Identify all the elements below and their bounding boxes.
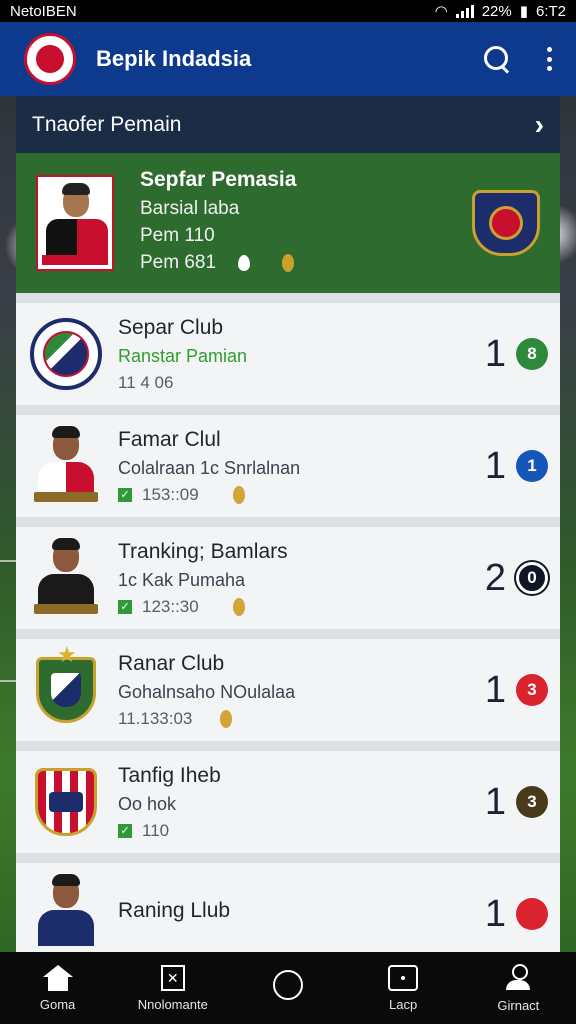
section-header[interactable]: Tnaofer Pemain ›	[16, 96, 560, 153]
featured-line-3: Pem 681	[140, 252, 472, 274]
nav-tactics[interactable]: ✕ Nnolomante	[123, 964, 223, 1012]
nav-profile[interactable]: Girnact	[468, 963, 568, 1013]
checkbox-icon[interactable]: ✓	[118, 599, 132, 614]
club-crest-icon	[28, 316, 104, 392]
list-item-name: Tranking; Bamlars	[118, 539, 288, 563]
list-item[interactable]: Raning Llub 1	[16, 863, 560, 952]
rank-number: 1	[484, 444, 506, 487]
battery-icon: ▮	[519, 3, 528, 20]
player-avatar	[28, 874, 104, 952]
list-item-meta: 11.133:03	[118, 708, 193, 728]
list-item[interactable]: Separ Club Ranstar Pamian 11 4 06 1 8	[16, 303, 560, 415]
list-item-name: Raning Llub	[118, 899, 231, 922]
list-item[interactable]: Famar Clul Colalraan 1c Snrlalnan ✓ 153:…	[16, 415, 560, 527]
status-indicators: ◠ 22% ▮ 6:T2	[434, 2, 566, 21]
signal-icon	[455, 4, 474, 18]
rank-number: 1	[484, 668, 506, 711]
featured-player-card[interactable]: Sepfar Pemasia Barsial laba Pem 110 Pem …	[16, 153, 560, 293]
user-icon	[504, 963, 532, 992]
featured-player-name: Sepfar Pemasia	[140, 167, 297, 191]
player-avatar	[28, 426, 104, 504]
app-bar: Bepik Indadsia	[0, 22, 576, 96]
nav-home[interactable]: Goma	[8, 964, 108, 1012]
bottom-navigation: Goma ✕ Nnolomante Lacp Girnact	[0, 952, 576, 1024]
status-badge: 3	[516, 674, 548, 706]
tactics-icon: ✕	[160, 964, 185, 991]
list-item-meta: 153::09	[142, 484, 199, 504]
rank-number: 1	[484, 780, 506, 823]
drop-icon	[238, 254, 251, 271]
list-item-meta: 110	[142, 820, 170, 840]
list-item[interactable]: Tanfig Iheb Oo hok ✓ 110 1 3	[16, 751, 560, 863]
list-item-meta: 123::30	[142, 596, 199, 616]
club-crest-icon	[28, 764, 104, 840]
search-icon[interactable]	[482, 44, 512, 74]
checkbox-icon[interactable]: ✓	[118, 823, 132, 838]
status-badge: 3	[516, 786, 548, 818]
rugby-ball-icon	[232, 597, 245, 616]
chevron-right-icon[interactable]: ›	[535, 109, 544, 141]
player-avatar	[28, 538, 104, 616]
list-item[interactable]: ★ Ranar Club Gohalnsaho NOulalaa 11.133:…	[16, 639, 560, 751]
status-badge: 1	[516, 450, 548, 482]
rank-number: 1	[484, 892, 506, 935]
rank-number: 1	[484, 332, 506, 375]
status-bar: NetoIBEN ◠ 22% ▮ 6:T2	[0, 0, 576, 22]
list-item-name: Tanfig Iheb	[118, 763, 221, 787]
circle-icon	[272, 970, 303, 1000]
checkbox-icon[interactable]: ✓	[118, 487, 132, 502]
list-item-sub: Gohalnsaho NOulalaa	[118, 681, 296, 702]
nav-label: Girnact	[497, 997, 540, 1013]
app-icon	[388, 964, 419, 991]
list-item-sub: Colalraan 1c Snrlalnan	[118, 457, 301, 478]
player-photo	[36, 175, 114, 271]
list-item-name: Ranar Club	[118, 651, 225, 675]
featured-line-3-text: Pem 681	[140, 251, 217, 273]
rugby-ball-icon	[220, 709, 233, 728]
featured-line-2: Pem 110	[140, 224, 215, 246]
status-badge	[516, 898, 548, 930]
nav-label: Lacp	[389, 996, 418, 1012]
app-logo[interactable]	[24, 33, 76, 85]
club-crest-icon	[472, 190, 540, 256]
rugby-ball-icon	[232, 485, 245, 504]
clock: 6:T2	[535, 2, 566, 20]
featured-line-1: Barsial laba	[140, 197, 240, 219]
list-item-sub: Oo hok	[118, 793, 177, 814]
app-title: Bepik Indadsia	[96, 46, 252, 71]
nav-label: Goma	[39, 996, 76, 1012]
transfer-panel: Tnaofer Pemain › Sepfar Pemasia Barsial …	[16, 96, 560, 952]
club-crest-icon: ★	[28, 642, 104, 728]
list-item-sub: 1c Kak Pumaha	[118, 569, 246, 590]
list-item-sub: Ranstar Pamian	[118, 345, 248, 366]
divider	[16, 293, 560, 303]
list-item-name: Separ Club	[118, 315, 224, 339]
rank-number: 2	[484, 556, 506, 599]
status-badge: 8	[516, 338, 548, 370]
home-icon	[42, 964, 73, 991]
list-item-name: Famar Clul	[118, 427, 221, 451]
section-title: Tnaofer Pemain	[32, 112, 182, 136]
nav-center[interactable]	[238, 970, 338, 1006]
rugby-ball-icon	[282, 253, 295, 272]
carrier-label: NetoIBEN	[10, 2, 77, 20]
more-vert-icon[interactable]	[546, 47, 552, 71]
list-item-meta: 11 4 06	[118, 372, 174, 392]
nav-app[interactable]: Lacp	[353, 964, 453, 1012]
list-item[interactable]: Tranking; Bamlars 1c Kak Pumaha ✓ 123::3…	[16, 527, 560, 639]
status-badge: 0	[516, 562, 548, 594]
nav-label: Nnolomante	[137, 996, 208, 1012]
battery-label: 22%	[481, 2, 512, 20]
wifi-icon: ◠	[434, 3, 448, 20]
